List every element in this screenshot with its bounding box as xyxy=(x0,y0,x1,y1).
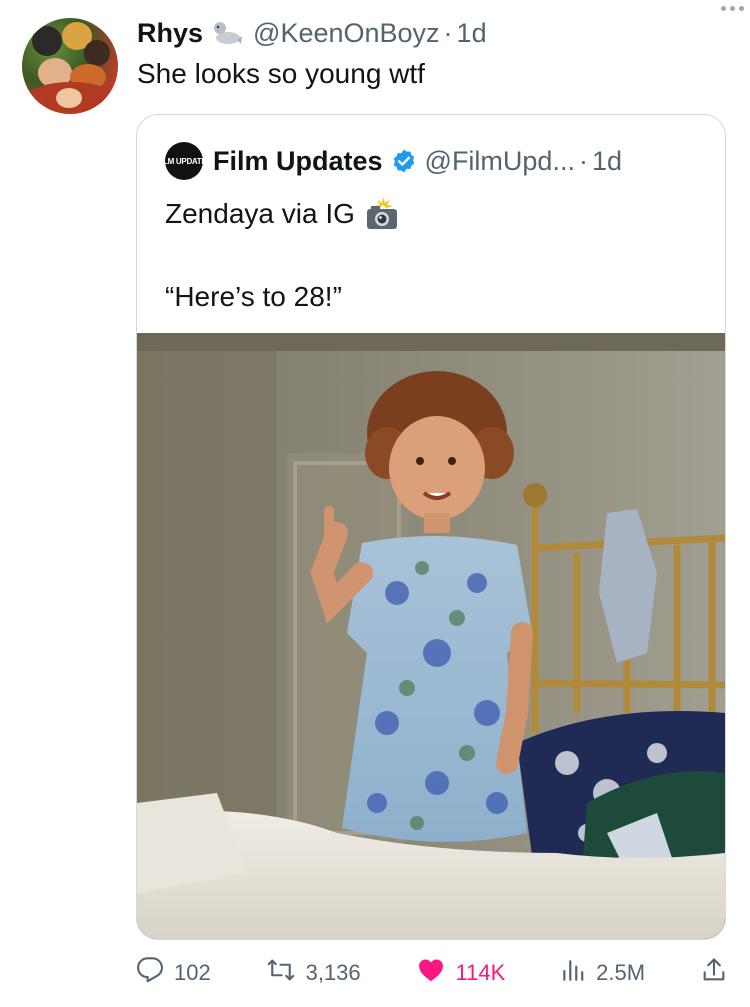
like-icon xyxy=(416,956,446,990)
more-icon[interactable] xyxy=(721,6,744,11)
seal-emoji-icon xyxy=(211,20,243,46)
author-handle[interactable]: @KeenOnBoyz xyxy=(253,18,440,49)
retweet-button[interactable]: 3,136 xyxy=(266,956,361,990)
tweet-text: She looks so young wtf xyxy=(137,58,425,89)
like-button[interactable]: 114K xyxy=(416,956,506,990)
tweet-action-bar: 102 3,136 114K 2.5M xyxy=(136,955,728,991)
quoted-separator-dot: · xyxy=(578,145,588,176)
author-name[interactable]: Rhys xyxy=(137,18,203,49)
quoted-text-line2: “Here’s to 28!” xyxy=(165,281,342,312)
film-updates-logo[interactable]: FILM UPDATES xyxy=(157,142,212,180)
verified-badge-icon xyxy=(391,148,417,174)
retweet-count: 3,136 xyxy=(305,960,361,985)
like-count: 114K xyxy=(455,960,506,985)
tweet-time[interactable]: 1d xyxy=(457,18,487,49)
reply-icon xyxy=(136,956,164,990)
logo-text: FILM UPDATES xyxy=(156,156,212,166)
quoted-author-handle[interactable]: @FilmUpd... xyxy=(425,146,575,177)
views-button[interactable]: 2.5M xyxy=(560,956,645,990)
reply-button[interactable]: 102 xyxy=(136,956,211,990)
avatar[interactable] xyxy=(22,18,118,114)
quoted-author-name[interactable]: Film Updates xyxy=(213,146,383,177)
quoted-tweet-time[interactable]: 1d xyxy=(592,146,622,177)
views-icon xyxy=(560,956,586,990)
share-button[interactable] xyxy=(700,956,728,990)
views-count: 2.5M xyxy=(596,960,646,985)
quoted-text-line1: Zendaya via IG xyxy=(165,198,355,229)
tweet-photo[interactable] xyxy=(137,333,725,939)
quoted-tweet-card[interactable]: FILM UPDATES Film Updates @FilmUpd... · … xyxy=(136,114,726,940)
quoted-tweet-header: FILM UPDATES Film Updates @FilmUpd... · … xyxy=(157,142,622,180)
reply-count: 102 xyxy=(174,960,211,985)
camera-flash-emoji-icon xyxy=(363,197,401,231)
tweet-header: Rhys @KeenOnBoyz · 1d xyxy=(137,16,730,50)
retweet-icon xyxy=(266,956,296,990)
share-icon xyxy=(700,956,728,990)
separator-dot: · xyxy=(443,17,453,48)
quoted-tweet-text-line1: Zendaya via IG xyxy=(165,197,401,231)
